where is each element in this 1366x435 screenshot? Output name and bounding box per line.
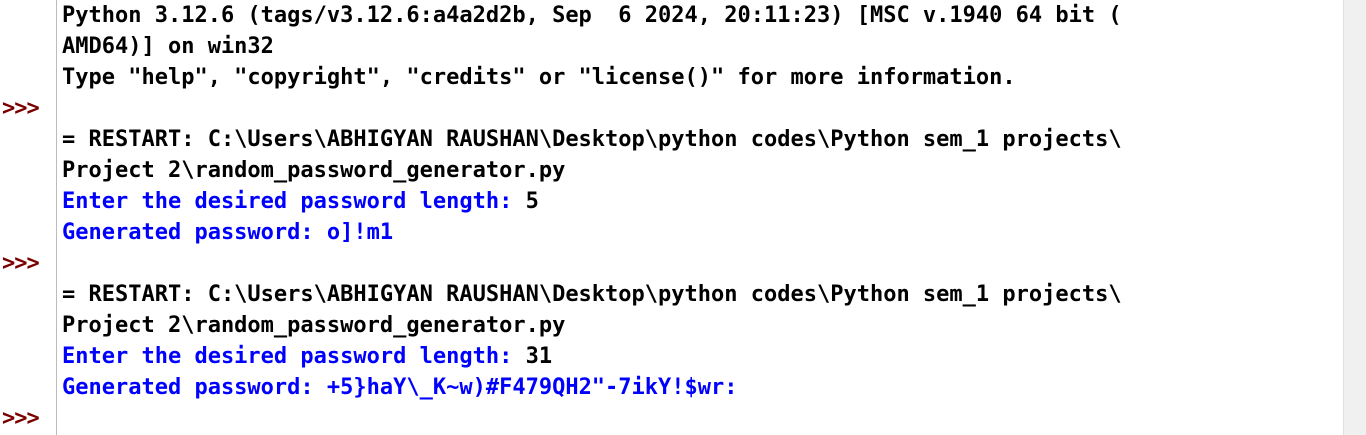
prompt-gutter: >>> >>> >>> xyxy=(0,0,57,435)
input-prompt-text: Enter the desired password length: xyxy=(62,189,526,214)
shell-prompt: >>> xyxy=(2,96,40,121)
empty-line xyxy=(62,248,1342,279)
input-prompt-text: Enter the desired password length: xyxy=(62,344,526,369)
output-label: Generated password: xyxy=(62,375,327,400)
restart-path-line: Project 2\random_password_generator.py xyxy=(62,158,566,183)
vertical-scrollbar[interactable] xyxy=(1343,0,1366,435)
current-input-line[interactable] xyxy=(62,403,1342,434)
output-line: Generated password: o]!m1 xyxy=(62,217,1342,248)
output-line: Generated password: +5}haY\_K~w)#F479QH2… xyxy=(62,372,1342,403)
shell-output-area[interactable]: Python 3.12.6 (tags/v3.12.6:a4a2d2b, Sep… xyxy=(62,0,1342,434)
banner-line: Python 3.12.6 (tags/v3.12.6:a4a2d2b, Sep… xyxy=(62,3,1122,28)
restart-line: = RESTART: C:\Users\ABHIGYAN RAUSHAN\Des… xyxy=(62,282,1122,307)
generated-password: +5}haY\_K~w)#F479QH2"-7ikY!$wr: xyxy=(326,375,738,400)
restart-line: = RESTART: C:\Users\ABHIGYAN RAUSHAN\Des… xyxy=(62,127,1122,152)
shell-prompt: >>> xyxy=(2,406,40,431)
output-label: Generated password: xyxy=(62,220,327,245)
generated-password: o]!m1 xyxy=(326,220,394,245)
banner-line: AMD64)] on win32 xyxy=(62,34,274,59)
input-line: Enter the desired password length: 5 xyxy=(62,186,1342,217)
user-input-value: 5 xyxy=(525,189,539,214)
restart-path-line: Project 2\random_password_generator.py xyxy=(62,313,566,338)
shell-prompt: >>> xyxy=(2,251,40,276)
user-input-value: 31 xyxy=(525,344,553,369)
banner-line: Type "help", "copyright", "credits" or "… xyxy=(62,65,1016,90)
input-line: Enter the desired password length: 31 xyxy=(62,341,1342,372)
python-idle-shell[interactable]: >>> >>> >>> Python 3.12.6 (tags/v3.12.6:… xyxy=(0,0,1366,435)
empty-line xyxy=(62,93,1342,124)
